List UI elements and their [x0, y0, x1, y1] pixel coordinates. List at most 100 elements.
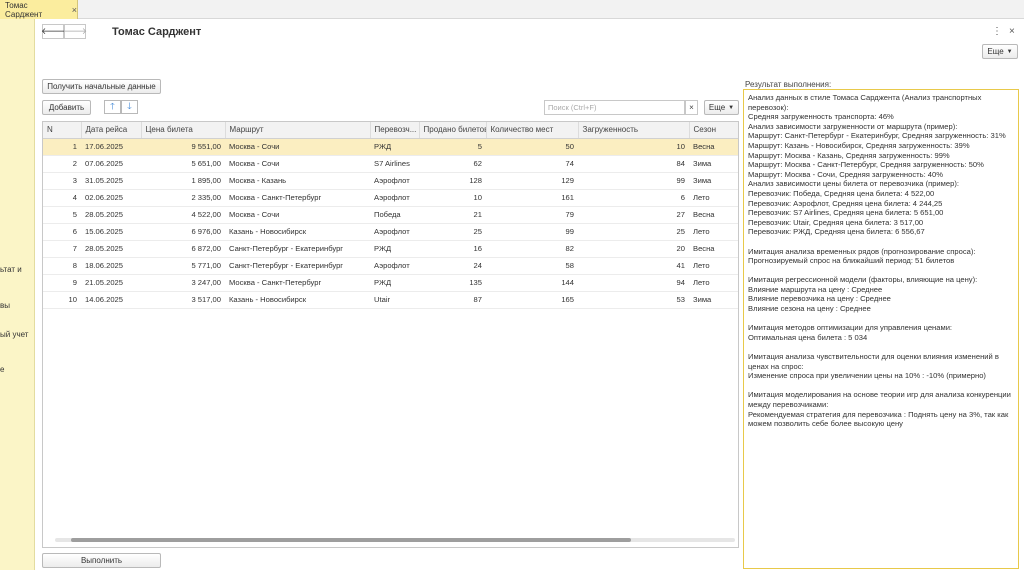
result-line — [748, 342, 1014, 352]
table-cell: Лето — [689, 223, 738, 241]
table-cell: 135 — [419, 274, 486, 292]
table-cell: Санкт-Петербург - Екатеринбург — [225, 257, 370, 275]
result-line: Маршрут: Москва - Казань, Средняя загруж… — [748, 150, 950, 160]
table-cell: 4 522,00 — [141, 206, 225, 224]
table-cell: 53 — [578, 291, 689, 309]
close-icon[interactable]: × — [72, 5, 77, 15]
forward-button[interactable]: 🡒 — [63, 24, 87, 39]
table-cell: 2 — [43, 155, 81, 173]
horizontal-scrollbar[interactable] — [55, 538, 735, 542]
table-cell: Москва - Казань — [225, 172, 370, 190]
table-row[interactable]: 5 28.05.2025 4 522,00 Москва - Сочи Победа 21… — [43, 206, 738, 224]
table-cell: 6 — [578, 189, 689, 207]
table-cell: Аэрофлот — [370, 223, 419, 241]
header-more-button[interactable]: Еще ▼ — [982, 44, 1018, 59]
sidebar-item[interactable]: е — [0, 365, 4, 374]
sidebar-item[interactable]: ый учет — [0, 330, 28, 339]
result-line: Перевозчик: Победа, Средняя цена билета:… — [748, 188, 935, 198]
scrollbar-thumb[interactable] — [71, 538, 631, 542]
table-cell: 74 — [486, 155, 578, 173]
table-row[interactable]: 2 07.06.2025 5 651,00 Москва - Сочи S7 Airli… — [43, 155, 738, 173]
result-line — [748, 237, 1014, 247]
table-cell: 129 — [486, 172, 578, 190]
table-cell: 15.06.2025 — [81, 223, 141, 241]
table-cell: 20 — [578, 240, 689, 258]
add-button[interactable]: Добавить — [42, 100, 91, 115]
table-cell: 7 — [43, 240, 81, 258]
table-cell: 9 — [43, 274, 81, 292]
result-line: Изменение спроса при увеличении цены на … — [748, 371, 986, 381]
table-cell: Весна — [689, 240, 738, 258]
move-down-button[interactable]: 🡓 — [121, 100, 138, 114]
table-cell: Весна — [689, 206, 738, 224]
table-cell: 79 — [486, 206, 578, 224]
table-cell: 10 — [43, 291, 81, 309]
table-more-button[interactable]: Еще ▼ — [704, 100, 739, 115]
table-cell: 58 — [486, 257, 578, 275]
table-row[interactable]: 3 31.05.2025 1 895,00 Москва - Казань Аэрофл… — [43, 172, 738, 190]
result-label: Результат выполнения: — [745, 80, 832, 89]
result-line: Влияние сезона на цену : Среднее — [748, 304, 871, 314]
column-header[interactable]: Количество мест — [486, 122, 579, 139]
execute-button[interactable]: Выполнить — [42, 553, 161, 568]
tab-tomas-sargent[interactable]: Томас Сарджент × — [0, 0, 78, 19]
result-line: Анализ данных в стиле Томаса Сарджента (… — [748, 93, 982, 102]
table-cell: 25 — [578, 223, 689, 241]
back-button[interactable]: 🡐 — [41, 24, 65, 39]
table-cell: 94 — [578, 274, 689, 292]
table-cell: Зима — [689, 155, 738, 173]
table-cell: Москва - Сочи — [225, 138, 370, 156]
sidebar-item[interactable]: ьтат и — [0, 265, 22, 274]
result-line: Маршрут: Москва - Санкт-Петербург, Средн… — [748, 160, 984, 170]
table-cell: Аэрофлот — [370, 172, 419, 190]
arrow-down-icon: 🡓 — [127, 101, 132, 111]
table-cell: 27 — [578, 206, 689, 224]
table-cell: 5 651,00 — [141, 155, 225, 173]
table-cell: 3 247,00 — [141, 274, 225, 292]
result-line: перевозок): — [748, 102, 789, 112]
table-cell: 31.05.2025 — [81, 172, 141, 190]
sidebar-item[interactable]: вы — [0, 301, 10, 310]
result-line: Влияние маршрута на цену : Среднее — [748, 284, 883, 294]
more-label: Еще — [987, 47, 1004, 56]
column-header[interactable]: Маршрут — [225, 122, 371, 139]
column-header[interactable]: Дата рейса — [81, 122, 142, 139]
table-cell: 5 — [419, 138, 486, 156]
table-row[interactable]: 8 18.06.2025 5 771,00 Санкт-Петербург - Ека… — [43, 257, 738, 275]
result-line: Маршрут: Москва - Сочи, Средняя загружен… — [748, 169, 943, 179]
close-icon[interactable]: × — [1009, 26, 1015, 37]
column-header[interactable]: Загруженность — [578, 122, 690, 139]
get-initial-data-button[interactable]: Получить начальные данные — [42, 79, 161, 94]
table-row[interactable]: 4 02.06.2025 2 335,00 Москва - Санкт-Петерб… — [43, 189, 738, 207]
column-header[interactable]: Цена билета — [141, 122, 226, 139]
column-header[interactable]: N — [43, 122, 82, 139]
column-header[interactable]: Перевозч... — [370, 122, 420, 139]
table-cell: 17.06.2025 — [81, 138, 141, 156]
result-line: Маршрут: Санкт-Петербург - Екатеринбург,… — [748, 131, 1006, 141]
table-cell: 41 — [578, 257, 689, 275]
kebab-menu-icon[interactable]: ⋮ — [992, 26, 1002, 37]
clear-search-icon[interactable]: × — [685, 100, 698, 115]
table-cell: Лето — [689, 257, 738, 275]
table-cell: S7 Airlines — [370, 155, 419, 173]
table-row[interactable]: 9 21.05.2025 3 247,00 Москва - Санкт-Петерб… — [43, 274, 738, 292]
column-header[interactable]: Сезон — [689, 122, 738, 139]
column-header[interactable]: Продано билетов — [419, 122, 487, 139]
result-textarea[interactable]: Анализ данных в стиле Томаса Сарджента (… — [743, 89, 1019, 569]
result-line: Средняя загруженность транспорта: 46% — [748, 112, 894, 122]
table-row[interactable]: 1 17.06.2025 9 551,00 Москва - Сочи РЖД 5 50 10… — [43, 138, 738, 156]
table-cell: 99 — [578, 172, 689, 190]
table-row[interactable]: 10 14.06.2025 3 517,00 Казань - Новосибирск… — [43, 291, 738, 309]
table-cell: 21 — [419, 206, 486, 224]
result-line: Рекомендуемая стратегия для перевозчика … — [748, 409, 1009, 419]
search-input[interactable]: Поиск (Ctrl+F) — [544, 100, 685, 115]
table-row[interactable]: 6 15.06.2025 6 976,00 Казань - Новосибирск А… — [43, 223, 738, 241]
move-up-button[interactable]: 🡑 — [104, 100, 121, 114]
table-header-row: N Дата рейса Цена билета Маршрут Перевоз… — [43, 122, 738, 139]
result-line: Перевозчик: РЖД, Средняя цена билета: 6 … — [748, 227, 925, 237]
table-cell: Лето — [689, 274, 738, 292]
table-cell: Аэрофлот — [370, 257, 419, 275]
table-cell: 161 — [486, 189, 578, 207]
table-cell: Санкт-Петербург - Екатеринбург — [225, 240, 370, 258]
table-row[interactable]: 7 28.05.2025 6 872,00 Санкт-Петербург - Ека… — [43, 240, 738, 258]
